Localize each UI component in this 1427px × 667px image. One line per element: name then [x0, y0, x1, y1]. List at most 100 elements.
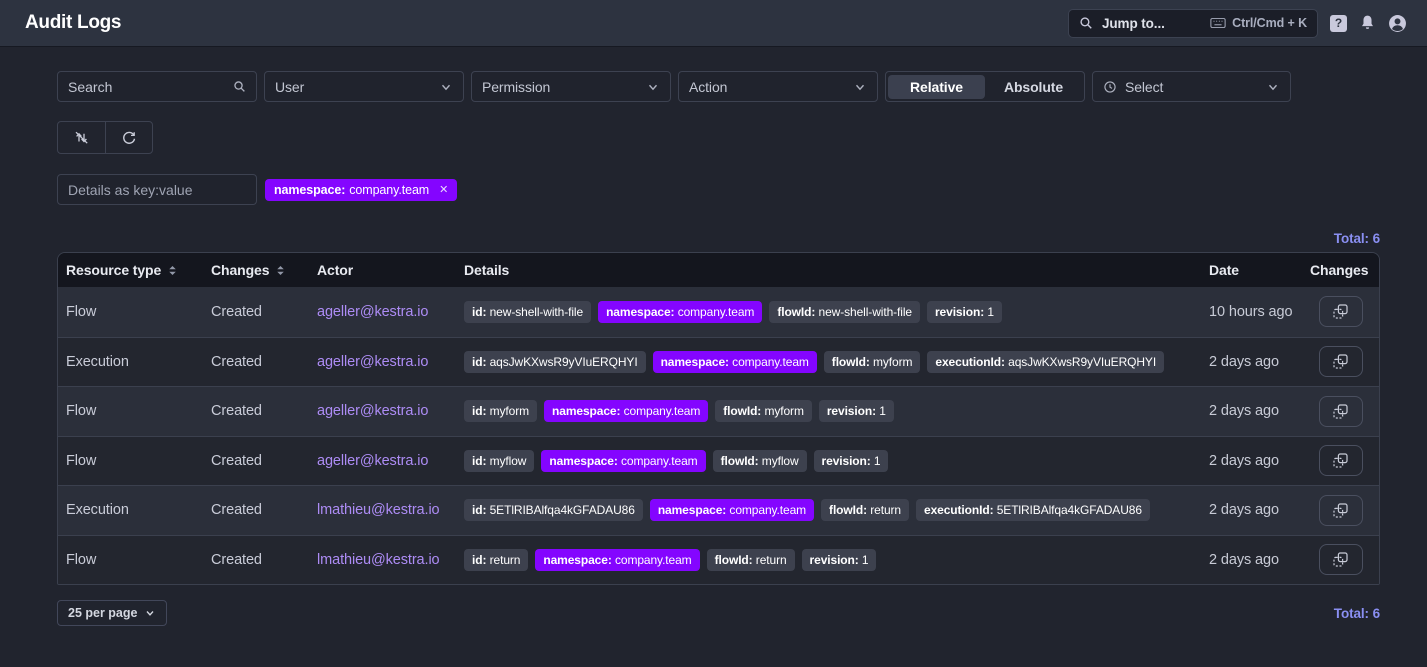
table-row: FlowCreated ageller@kestra.io id: myform na…: [58, 386, 1379, 436]
changes-cell: [1302, 346, 1379, 377]
detail-badge: namespace: company.team: [541, 450, 705, 472]
jump-to-search[interactable]: Jump to... Ctrl/Cmd + K: [1068, 9, 1318, 38]
detail-badge: executionId: 5ETlRIBAlfqa4kGFADAU86: [916, 499, 1150, 521]
view-changes-button[interactable]: [1319, 396, 1363, 427]
audit-logs-table: Resource type Changes Actor Details Date…: [57, 252, 1380, 585]
toggle-relative[interactable]: Relative: [888, 75, 985, 99]
resource-type-cell: Flow: [58, 552, 203, 568]
detail-badge: executionId: aqsJwKXwsR9yVIuERQHYI: [927, 351, 1164, 373]
detail-badge: namespace: company.team: [650, 499, 814, 521]
toggle-absolute[interactable]: Absolute: [985, 75, 1082, 99]
resource-type-cell: Flow: [58, 403, 203, 419]
detail-badge: id: myform: [464, 400, 537, 422]
actor-link[interactable]: ageller@kestra.io: [317, 403, 428, 419]
details-filter-input[interactable]: [57, 174, 257, 205]
view-changes-button[interactable]: [1319, 346, 1363, 377]
view-changes-button[interactable]: [1319, 495, 1363, 526]
actor-link[interactable]: ageller@kestra.io: [317, 354, 428, 370]
detail-badge: flowId: return: [821, 499, 909, 521]
date-cell: 2 days ago: [1201, 403, 1302, 419]
permission-filter-select[interactable]: Permission: [471, 71, 671, 102]
change-type-cell: Created: [203, 502, 309, 518]
detail-badge: flowId: myform: [715, 400, 812, 422]
search-icon: [233, 80, 246, 93]
details-cell: id: new-shell-with-filenamespace: compan…: [456, 301, 1201, 323]
action-filter-select[interactable]: Action: [678, 71, 878, 102]
bell-icon[interactable]: [1359, 14, 1376, 32]
refresh-button[interactable]: [105, 122, 152, 153]
search-filter[interactable]: [57, 71, 257, 102]
per-page-select[interactable]: 25 per page: [57, 600, 167, 626]
resource-type-cell: Execution: [58, 502, 203, 518]
total-count-top: Total: 6: [57, 231, 1380, 246]
table-actions: [57, 121, 1380, 154]
per-page-label: 25 per page: [68, 606, 137, 620]
change-type-cell: Created: [203, 304, 309, 320]
actor-link[interactable]: lmathieu@kestra.io: [317, 502, 440, 518]
filter-off-button[interactable]: [58, 122, 105, 153]
filters-row: User Permission Action Relative Absolute: [57, 71, 1380, 102]
help-icon[interactable]: ?: [1330, 15, 1347, 32]
table-row: FlowCreatedageller@kestra.ioid: myflowna…: [58, 436, 1379, 486]
user-avatar-icon[interactable]: [1388, 14, 1407, 33]
tag-key: namespace:: [274, 183, 345, 197]
resource-type-cell: Flow: [58, 304, 203, 320]
table-row: ExecutionCreatedageller@kestra.ioid: aqs…: [58, 337, 1379, 387]
sort-icon[interactable]: [166, 264, 179, 277]
changes-cell: [1302, 544, 1379, 575]
table-body: FlowCreatedageller@kestra.ioid: new-shel…: [58, 287, 1379, 584]
user-filter-select[interactable]: User: [264, 71, 464, 102]
actor-cell: ageller@kestra.io: [309, 304, 456, 320]
details-cell: id: 5ETlRIBAlfqa4kGFADAU86 namespace: com…: [456, 499, 1201, 521]
actor-cell: lmathieu@kestra.io: [309, 552, 456, 568]
search-input[interactable]: [68, 79, 228, 95]
detail-badge: namespace: company.team: [544, 400, 708, 422]
actor-link[interactable]: ageller@kestra.io: [317, 453, 428, 469]
detail-badge: id: return: [464, 549, 528, 571]
chevron-down-icon: [144, 607, 156, 619]
view-changes-button[interactable]: [1319, 445, 1363, 476]
close-icon[interactable]: ✕: [439, 183, 448, 196]
chevron-down-icon: [439, 80, 453, 94]
column-resource-type[interactable]: Resource type: [58, 262, 203, 278]
diff-copy-icon: [1332, 303, 1349, 320]
permission-filter-label: Permission: [482, 79, 550, 95]
diff-copy-icon: [1332, 551, 1349, 568]
actor-link[interactable]: lmathieu@kestra.io: [317, 552, 440, 568]
sort-icon[interactable]: [274, 264, 287, 277]
resource-type-cell: Execution: [58, 354, 203, 370]
detail-badge: id: 5ETlRIBAlfqa4kGFADAU86: [464, 499, 643, 521]
diff-copy-icon: [1332, 403, 1349, 420]
changes-cell: [1302, 445, 1379, 476]
detail-badge: id: new-shell-with-file: [464, 301, 591, 323]
namespace-filter-tag: namespace: company.team ✕: [265, 179, 457, 201]
refresh-icon: [121, 130, 137, 146]
tag-value: company.team: [349, 183, 429, 197]
changes-cell: [1302, 495, 1379, 526]
detail-badge: revision: 1: [927, 301, 1002, 323]
diff-copy-icon: [1332, 502, 1349, 519]
actor-link[interactable]: ageller@kestra.io: [317, 304, 428, 320]
user-filter-label: User: [275, 79, 304, 95]
detail-badge: flowId: return: [707, 549, 795, 571]
column-date: Date: [1201, 262, 1302, 278]
change-type-cell: Created: [203, 403, 309, 419]
column-details: Details: [456, 262, 1201, 278]
view-changes-button[interactable]: [1319, 544, 1363, 575]
detail-badge: namespace: company.team: [653, 351, 817, 373]
jump-to-shortcut: Ctrl/Cmd + K: [1232, 16, 1307, 30]
table-row: ExecutionCreated lmathieu@kestra.io id: 5E…: [58, 485, 1379, 535]
chevron-down-icon: [1266, 80, 1280, 94]
table-footer: 25 per page Total: 6: [57, 600, 1380, 626]
jump-to-placeholder: Jump to...: [1102, 16, 1165, 31]
topbar: Audit Logs Jump to... Ctrl/Cmd + K: [0, 0, 1427, 47]
time-range-select[interactable]: Select: [1092, 71, 1291, 102]
detail-badge: namespace: company.team: [535, 549, 699, 571]
total-count-bottom: Total: 6: [1334, 606, 1380, 621]
actor-cell: ageller@kestra.io: [309, 354, 456, 370]
table-header: Resource type Changes Actor Details Date…: [58, 253, 1379, 287]
column-changes[interactable]: Changes: [203, 262, 309, 278]
date-cell: 10 hours ago: [1201, 304, 1302, 320]
view-changes-button[interactable]: [1319, 296, 1363, 327]
actor-cell: lmathieu@kestra.io: [309, 502, 456, 518]
